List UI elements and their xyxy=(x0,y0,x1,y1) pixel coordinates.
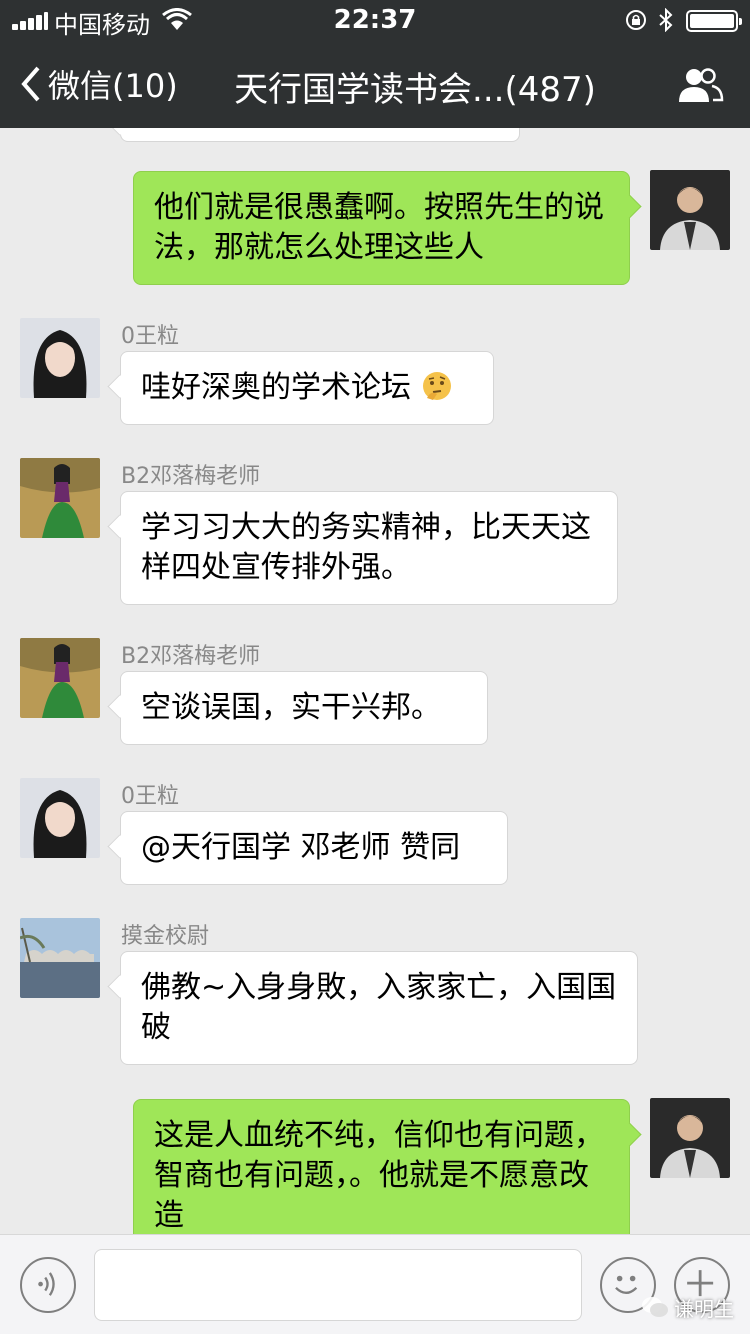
watermark: 谦明生 xyxy=(640,1287,746,1327)
sender-avatar[interactable] xyxy=(20,638,100,718)
message-bubble-partial[interactable] xyxy=(120,128,520,142)
message-text: 空谈误国，实干兴邦。 xyxy=(141,690,441,725)
message-text: 哇好深奥的学术论坛 xyxy=(141,370,411,405)
my-avatar[interactable] xyxy=(650,1098,730,1178)
voice-wave-icon xyxy=(38,1272,55,1296)
message-bubble-incoming[interactable]: @天行国学 邓老师 赞同 xyxy=(120,811,508,885)
battery-icon xyxy=(686,10,742,32)
status-bar: 中国移动 22:37 xyxy=(0,0,750,40)
message-bubble-incoming[interactable]: 学习习大大的务实精神，比天天这样四处宣传排外强。 xyxy=(120,491,618,605)
chat-title: 天行国学读书会...(487) xyxy=(234,70,596,110)
sender-avatar[interactable] xyxy=(20,778,100,858)
sender-name: B2邓落梅老师 xyxy=(121,644,261,669)
thinking-face-emoji-icon xyxy=(422,372,451,400)
sender-avatar[interactable] xyxy=(20,918,100,998)
wechat-logo-icon xyxy=(642,1297,668,1317)
sender-avatar[interactable] xyxy=(20,318,100,398)
message-input-bar: 谦明生 xyxy=(0,1234,750,1334)
watermark-text: 谦明生 xyxy=(674,1296,734,1321)
chevron-left-icon xyxy=(21,66,40,102)
sender-name: 0王粒 xyxy=(121,784,179,809)
sender-name: 摸金校尉 xyxy=(121,924,210,949)
navigation-bar: 微信(10) 天行国学读书会...(487) xyxy=(0,40,750,128)
voice-input-button[interactable] xyxy=(20,1257,76,1313)
message-text: 学习习大大的务实精神，比天天这样四处宣传排外强。 xyxy=(141,510,591,585)
sender-name: B2邓落梅老师 xyxy=(121,464,261,489)
sender-name: 0王粒 xyxy=(121,324,179,349)
message-text-input[interactable] xyxy=(94,1249,582,1321)
back-label: 微信(10) xyxy=(48,67,178,105)
back-button[interactable]: 微信(10) xyxy=(18,60,178,108)
top-bar: 中国移动 22:37 微信(10) 天行国学读书会...(487) xyxy=(0,0,750,128)
bluetooth-icon xyxy=(659,8,673,32)
message-text: 佛教~入身身敗，入家家亡，入国国破 xyxy=(141,970,617,1045)
rotation-lock-icon xyxy=(626,10,646,30)
sender-avatar[interactable] xyxy=(20,458,100,538)
message-bubble-me[interactable]: 这是人血统不纯，信仰也有问题，智商也有问题，。他就是不愿意改造 xyxy=(133,1099,630,1234)
message-bubble-incoming[interactable]: 佛教~入身身敗，入家家亡，入国国破 xyxy=(120,951,638,1065)
message-text: 这是人血统不纯，信仰也有问题，智商也有问题，。他就是不愿意改造 xyxy=(154,1118,604,1233)
message-bubble-incoming[interactable]: 哇好深奥的学术论坛 xyxy=(120,351,494,425)
message-text: @天行国学 邓老师 赞同 xyxy=(141,830,461,865)
my-avatar[interactable] xyxy=(650,170,730,250)
group-members-icon[interactable] xyxy=(676,66,724,104)
message-text: 他们就是很愚蠢啊。按照先生的说法，那就怎么处理这些人 xyxy=(154,190,604,265)
message-bubble-me[interactable]: 他们就是很愚蠢啊。按照先生的说法，那就怎么处理这些人 xyxy=(133,171,630,285)
message-bubble-incoming[interactable]: 空谈误国，实干兴邦。 xyxy=(120,671,488,745)
chat-message-list[interactable]: 他们就是很愚蠢啊。按照先生的说法，那就怎么处理这些人 0王粒 哇好深奥的学术论坛… xyxy=(0,128,750,1234)
